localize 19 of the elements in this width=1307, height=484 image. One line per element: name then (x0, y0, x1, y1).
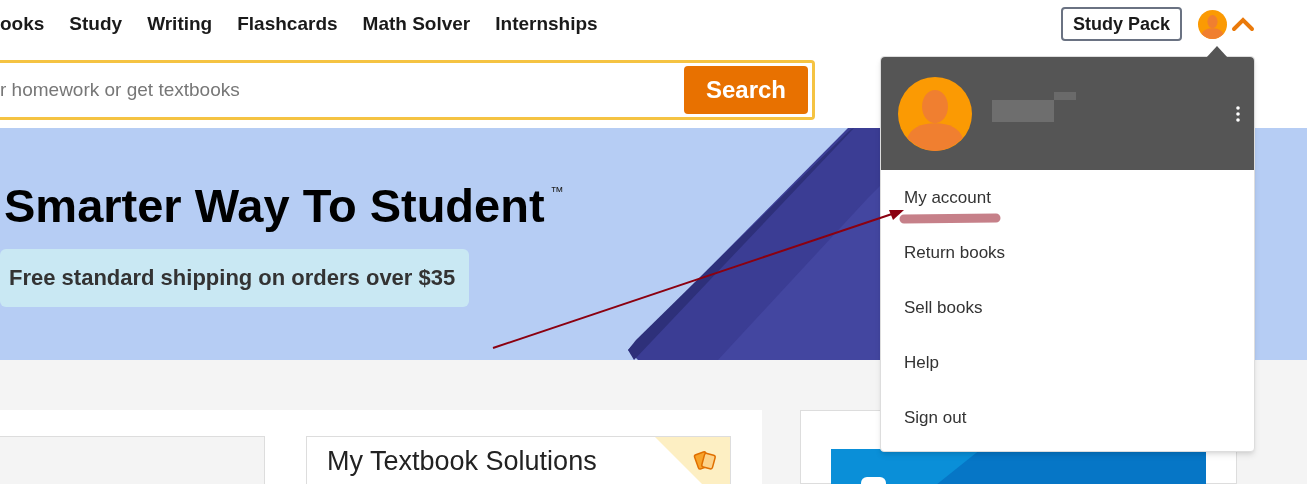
menu-item[interactable]: Return books (881, 225, 1254, 280)
nav-link[interactable]: Study (69, 9, 123, 39)
study-pack-button[interactable]: Study Pack (1060, 7, 1182, 41)
chevron-icon[interactable] (1231, 16, 1255, 32)
avatar-icon[interactable] (1198, 9, 1227, 39)
card-title: My Textbook Solutions (327, 446, 597, 476)
more-options-icon[interactable] (1236, 105, 1240, 122)
nav-link[interactable]: Flashcards (237, 9, 338, 39)
menu-item[interactable]: My account (881, 170, 1254, 225)
menu-item[interactable]: Help (881, 335, 1254, 390)
nav-link[interactable]: Writing (147, 9, 213, 39)
trademark-symbol: ™ (550, 182, 564, 201)
menu-item[interactable]: Sell books (881, 280, 1254, 335)
profile-avatar[interactable] (898, 76, 972, 151)
nav-link[interactable]: Internships (495, 9, 598, 39)
nav-link[interactable]: Math Solver (362, 9, 471, 39)
shipping-promo: Free standard shipping on orders over $35 (0, 248, 470, 307)
menu-item[interactable]: Sign out (881, 390, 1254, 445)
nav-link[interactable]: ooks (0, 9, 45, 39)
